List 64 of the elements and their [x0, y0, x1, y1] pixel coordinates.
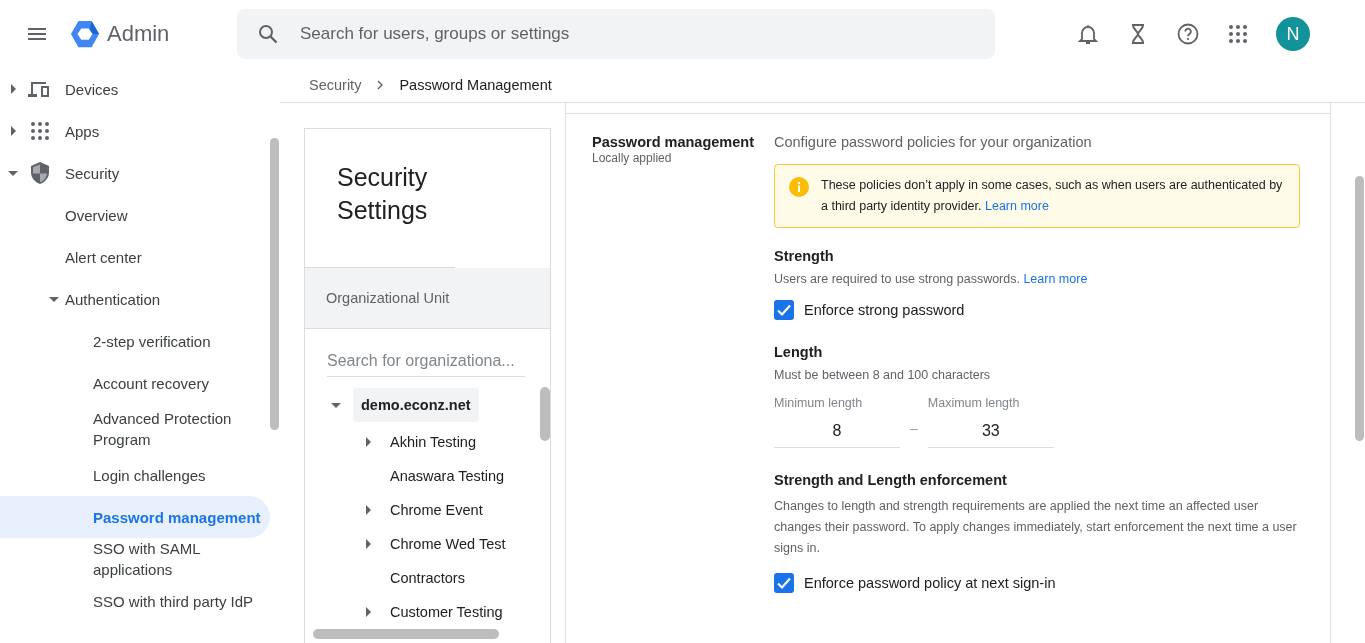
- checkbox-label: Enforce strong password: [804, 302, 965, 318]
- caret-right-icon[interactable]: [363, 437, 373, 447]
- sidebar-item[interactable]: Alert center: [0, 236, 270, 278]
- bell-icon[interactable]: [1076, 22, 1100, 46]
- search-field[interactable]: Search for users, groups or settings: [237, 9, 995, 59]
- help-text: Users are required to use strong passwords. Learn more: [774, 272, 1089, 286]
- scrollbar[interactable]: [313, 629, 499, 639]
- scrollbar[interactable]: [270, 138, 279, 430]
- org-unit-item[interactable]: Chrome Wed Test: [327, 527, 533, 561]
- sidebar-item[interactable]: Security: [0, 152, 270, 194]
- section-heading: Length: [774, 344, 824, 360]
- sidebar-item[interactable]: SSO with third party IdP: [0, 580, 270, 622]
- app-title: Admin: [107, 21, 171, 47]
- section-header: Organizational Unit: [305, 268, 550, 329]
- sidebar-item[interactable]: Account recovery: [0, 362, 270, 404]
- logo-icon: [69, 19, 101, 49]
- apps-grid-icon[interactable]: [1226, 22, 1250, 46]
- org-unit-item[interactable]: Akhin Testing: [327, 425, 533, 459]
- sidebar-item[interactable]: Password management: [0, 496, 270, 538]
- caret-right-icon[interactable]: [363, 505, 373, 515]
- breadcrumb-link[interactable]: Security: [309, 77, 362, 93]
- help-text: Must be between 8 and 100 characters: [774, 368, 992, 382]
- field-label: Maximum length: [927, 396, 1021, 410]
- field-label: Minimum length: [774, 396, 864, 410]
- search-input[interactable]: Search for users, groups or settings: [298, 23, 902, 45]
- sidebar-item[interactable]: Advanced Protection Program: [0, 404, 270, 454]
- caret-down-icon[interactable]: [8, 168, 18, 178]
- checkbox[interactable]: [774, 573, 794, 593]
- learn-more-link[interactable]: Learn more: [985, 199, 1049, 213]
- info-icon: [789, 177, 809, 197]
- org-unit-item[interactable]: Contractors: [327, 561, 533, 595]
- sidebar-item[interactable]: Apps: [0, 110, 270, 152]
- checkbox[interactable]: [774, 300, 794, 320]
- sidebar-item[interactable]: 2-step verification: [0, 320, 270, 362]
- learn-more-link[interactable]: Learn more: [1023, 272, 1088, 286]
- sidebar-item[interactable]: Authentication: [0, 278, 270, 320]
- caret-right-icon[interactable]: [8, 84, 18, 94]
- sidebar-item[interactable]: Devices: [0, 68, 270, 110]
- scrollbar[interactable]: [1355, 176, 1364, 441]
- range-separator: –: [910, 420, 918, 438]
- notice-text: These policies don’t apply in some cases, such as when users are authenticated by a third party identity provider. Learn more: [821, 177, 1284, 215]
- help-text: Changes to length and strength requirements are applied the next time an affected user changes their password. To apply changes immediately, start enforcement the next time a user signs in.: [774, 498, 1298, 557]
- help-icon[interactable]: [1176, 22, 1200, 46]
- caret-right-icon[interactable]: [363, 539, 373, 549]
- account-avatar[interactable]: N: [1276, 17, 1310, 51]
- search-icon[interactable]: [256, 22, 280, 46]
- breadcrumb-link[interactable]: Password Management: [399, 77, 552, 93]
- caret-right-icon[interactable]: [363, 607, 373, 617]
- caret-down-icon[interactable]: [331, 400, 341, 410]
- org-unit-item[interactable]: Chrome Event: [327, 493, 533, 527]
- sidebar-item[interactable]: Login challenges: [0, 454, 270, 496]
- section-description: Configure password policies for your organization: [774, 134, 1093, 150]
- sidebar-item[interactable]: SSO with SAML applications: [0, 538, 270, 580]
- org-unit-item[interactable]: Customer Testing: [327, 595, 533, 629]
- scrollbar[interactable]: [540, 387, 550, 441]
- section-title: Password management: [592, 134, 755, 150]
- caret-down-icon[interactable]: [49, 294, 59, 304]
- caret-right-icon[interactable]: [8, 126, 18, 136]
- checkbox-label: Enforce password policy at next sign-in: [804, 575, 1056, 591]
- org-unit-item[interactable]: Anaswara Testing: [327, 459, 533, 493]
- section-subtitle: Locally applied: [592, 151, 673, 165]
- section-heading: Strength: [774, 248, 835, 264]
- section-heading: Strength and Length enforcement: [774, 472, 1008, 488]
- sidebar-item[interactable]: Overview: [0, 194, 270, 236]
